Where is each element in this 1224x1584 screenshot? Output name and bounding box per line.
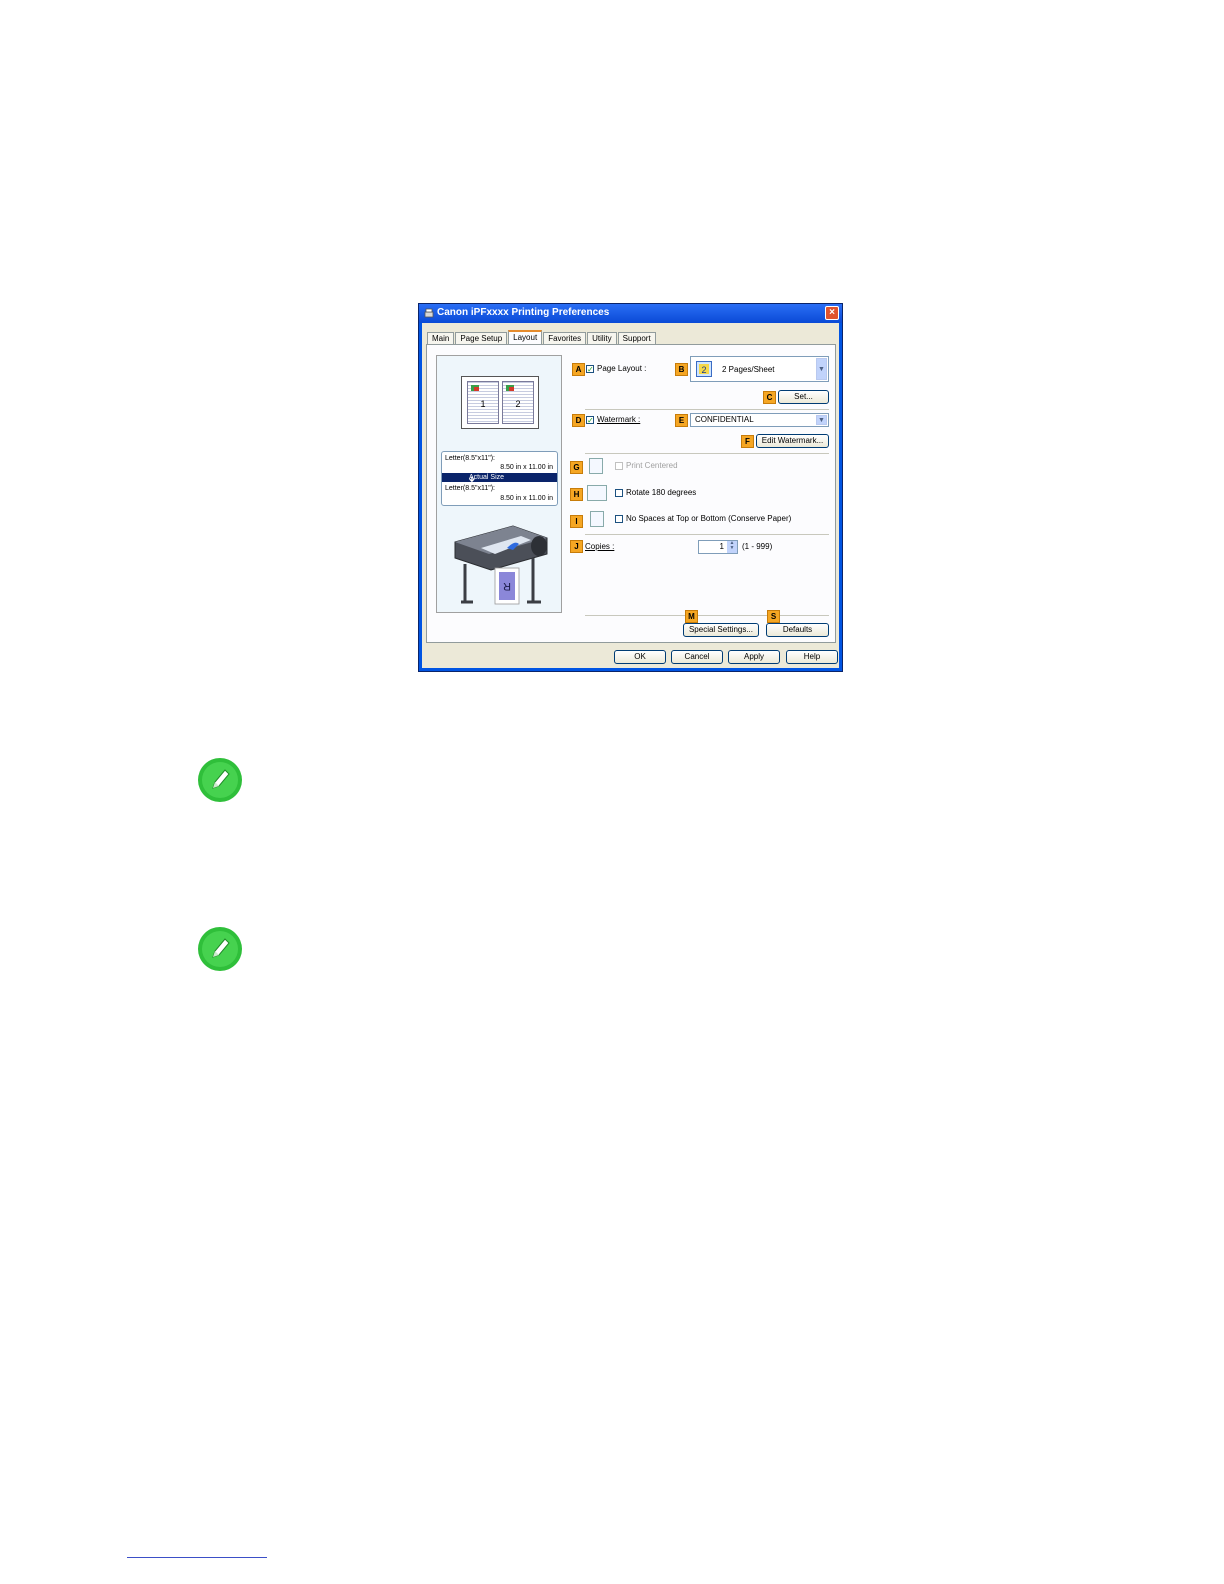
copies-value: 1	[719, 542, 724, 551]
conserve-paper-icon	[590, 511, 604, 527]
dropdown-arrow-icon[interactable]: ▼	[816, 415, 827, 425]
page-thumbnail: 1	[467, 381, 499, 424]
badge-g: G	[570, 461, 583, 474]
printer-app-icon	[424, 308, 434, 318]
badge-j: J	[570, 540, 583, 553]
print-preview-pane: 1 2 Letter(8.5"x11"): 8.50 in x 11.00 in…	[436, 355, 562, 613]
paper-size-info: Letter(8.5"x11"): 8.50 in x 11.00 in 🡻 A…	[441, 451, 558, 506]
note-pencil-icon	[198, 927, 242, 971]
page-layout-value: 2 Pages/Sheet	[722, 365, 775, 374]
layout-tab-panel: 1 2 Letter(8.5"x11"): 8.50 in x 11.00 in…	[426, 344, 836, 643]
watermark-dropdown[interactable]: CONFIDENTIAL ▼	[690, 413, 829, 427]
divider	[585, 453, 829, 454]
watermark-checkbox[interactable]: ✓	[586, 416, 594, 425]
badge-h: H	[570, 488, 583, 501]
tab-strip: Main Page Setup Layout Favorites Utility…	[427, 330, 657, 346]
divider	[585, 615, 829, 616]
divider	[585, 409, 829, 410]
help-button[interactable]: Help	[786, 650, 838, 664]
special-settings-button[interactable]: Special Settings...	[683, 623, 759, 637]
ok-button[interactable]: OK	[614, 650, 666, 664]
copies-spinner[interactable]: 1 ▲ ▼	[698, 540, 738, 554]
close-icon: ×	[829, 307, 835, 318]
badge-a: A	[572, 363, 585, 376]
original-paper-size: Letter(8.5"x11"):	[445, 455, 495, 462]
printing-preferences-window: Canon iPFxxxx Printing Preferences × Mai…	[418, 303, 843, 672]
print-centered-label: Print Centered	[626, 461, 678, 470]
rotate-icon	[587, 485, 607, 501]
set-button[interactable]: Set...	[778, 390, 829, 404]
rotate-180-checkbox[interactable]	[615, 489, 623, 497]
page-layout-checkbox[interactable]: ✓	[586, 365, 594, 374]
badge-m: M	[685, 610, 698, 623]
page-layout-label: Page Layout :	[597, 364, 647, 373]
layout-preview-sheet: 1 2	[461, 376, 539, 429]
printed-sheet-letter: R	[503, 580, 511, 592]
badge-i: I	[570, 515, 583, 528]
copies-range: (1 - 999)	[742, 542, 773, 551]
apply-button[interactable]: Apply	[728, 650, 780, 664]
badge-b: B	[675, 363, 688, 376]
copies-label: Copies :	[585, 542, 615, 551]
title-bar[interactable]: Canon iPFxxxx Printing Preferences ×	[419, 304, 842, 323]
divider	[585, 534, 829, 535]
pages-per-sheet-icon: 2	[696, 361, 712, 377]
badge-d: D	[572, 414, 585, 427]
output-paper-dimensions: 8.50 in x 11.00 in	[500, 495, 553, 502]
print-centered-checkbox[interactable]	[615, 462, 623, 470]
page-number: 2	[515, 399, 521, 409]
page-layout-dropdown[interactable]: 2 2 Pages/Sheet ▼	[690, 356, 829, 382]
edit-watermark-button[interactable]: Edit Watermark...	[756, 434, 829, 448]
footer-link-underline[interactable]	[127, 1557, 267, 1558]
dialog-client-area: Main Page Setup Layout Favorites Utility…	[422, 323, 839, 668]
no-spaces-label: No Spaces at Top or Bottom (Conserve Pap…	[626, 514, 792, 523]
page-number: 1	[480, 399, 486, 409]
badge-s: S	[767, 610, 780, 623]
spinner-arrows-icon[interactable]: ▲ ▼	[727, 541, 737, 553]
badge-c: C	[763, 391, 776, 404]
close-button[interactable]: ×	[825, 306, 839, 320]
pages-per-sheet-digit: 2	[701, 365, 706, 375]
original-paper-dimensions: 8.50 in x 11.00 in	[500, 464, 553, 471]
output-paper-size: Letter(8.5"x11"):	[445, 485, 495, 492]
note-pencil-icon	[198, 758, 242, 802]
scaling-indicator: 🡻 Actual Size	[442, 473, 557, 484]
watermark-value: CONFIDENTIAL	[695, 415, 754, 424]
no-spaces-checkbox[interactable]	[615, 515, 623, 523]
window-title: Canon iPFxxxx Printing Preferences	[437, 307, 610, 318]
scaling-text: Actual Size	[469, 474, 505, 481]
print-centered-icon	[589, 458, 603, 474]
dropdown-arrow-icon[interactable]: ▼	[816, 358, 827, 380]
badge-e: E	[675, 414, 688, 427]
watermark-label: Watermark :	[597, 415, 641, 424]
printer-icon: R	[454, 525, 548, 605]
badge-f: F	[741, 435, 754, 448]
cancel-button[interactable]: Cancel	[671, 650, 723, 664]
rotate-180-label: Rotate 180 degrees	[626, 488, 697, 497]
page-thumbnail: 2	[502, 381, 534, 424]
defaults-button[interactable]: Defaults	[766, 623, 829, 637]
